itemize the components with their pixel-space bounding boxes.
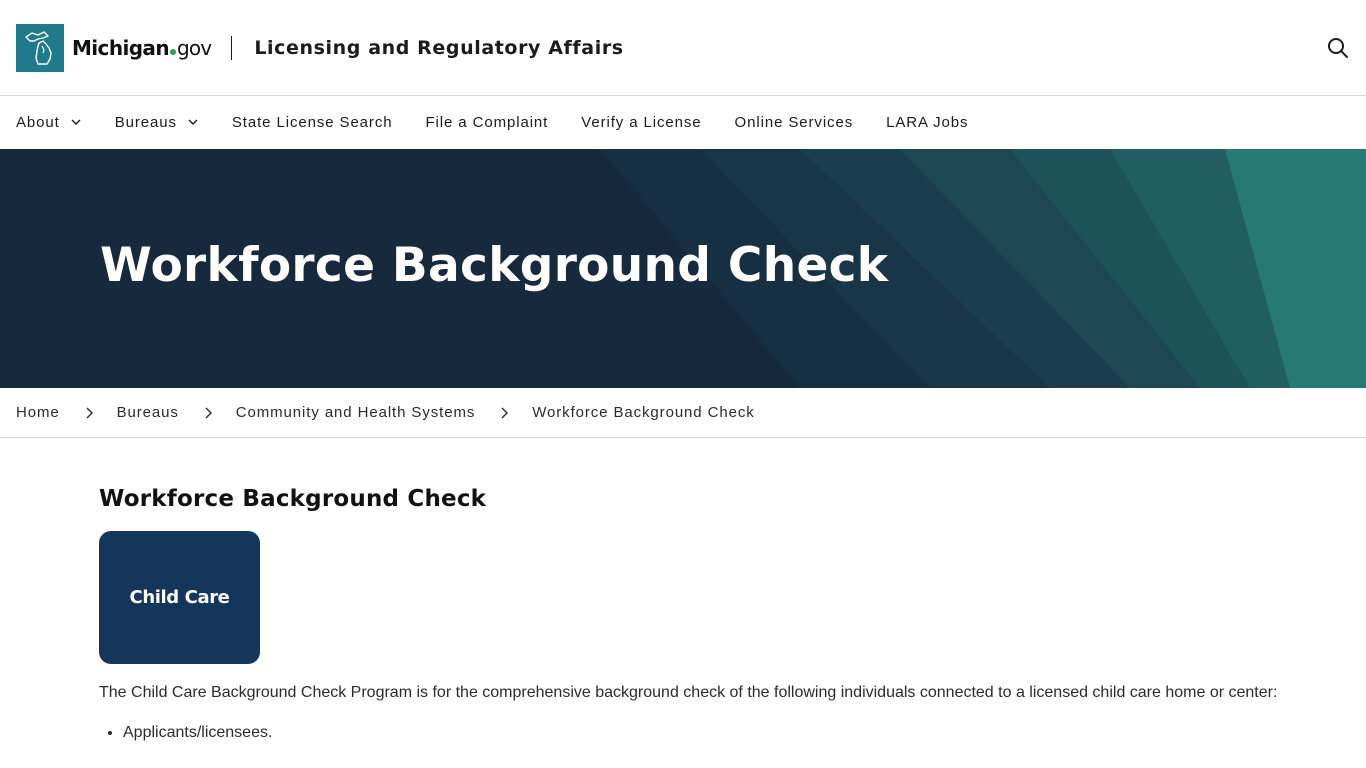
hero-banner: Workforce Background Check: [0, 149, 1366, 388]
michigan-logo[interactable]: [16, 23, 64, 72]
nav-item-label: LARA Jobs: [886, 113, 969, 131]
nav-item-label: Bureaus: [114, 113, 177, 131]
main-content: Workforce Background Check Child Care Th…: [99, 486, 1279, 745]
nav-item-about[interactable]: About: [16, 114, 82, 131]
chevron-down-icon: [188, 119, 198, 125]
nav-item-label: File a Complaint: [425, 113, 549, 131]
main-navigation: About Bureaus State License Search File …: [0, 96, 1366, 148]
chevron-right-icon: [86, 407, 93, 418]
nav-item-label: Online Services: [734, 113, 854, 131]
breadcrumb-community-health-systems[interactable]: Community and Health Systems: [236, 404, 475, 421]
nav-item-state-license-search[interactable]: State License Search: [232, 114, 393, 131]
nav-item-bureaus[interactable]: Bureaus: [115, 114, 199, 131]
breadcrumb-home[interactable]: Home: [16, 404, 60, 421]
nav-item-verify-a-license[interactable]: Verify a License: [581, 114, 701, 131]
breadcrumb-bureaus[interactable]: Bureaus: [117, 404, 179, 421]
breadcrumb-current: Workforce Background Check: [532, 404, 755, 421]
page-heading: Workforce Background Check: [99, 486, 487, 512]
child-care-tile[interactable]: Child Care: [99, 531, 260, 664]
breadcrumb: Home Bureaus Community and Health System…: [0, 388, 1366, 438]
list-item: Applicants/licensees.: [123, 721, 1279, 745]
hero-title: Workforce Background Check: [100, 238, 889, 293]
nav-item-lara-jobs[interactable]: LARA Jobs: [886, 114, 968, 131]
brand-dot: [169, 48, 176, 55]
brand-divider: [231, 35, 233, 60]
intro-paragraph: The Child Care Background Check Program …: [99, 684, 1278, 701]
nav-item-label: State License Search: [231, 113, 393, 131]
site-header: Michigan gov Licensing and Regulatory Af…: [0, 0, 1366, 96]
nav-item-online-services[interactable]: Online Services: [735, 114, 854, 131]
brand-wordmark[interactable]: Michigan gov: [72, 35, 212, 60]
chevron-down-icon: [71, 119, 81, 125]
search-icon: [1328, 38, 1348, 58]
nav-item-file-a-complaint[interactable]: File a Complaint: [425, 114, 548, 131]
individuals-list: Applicants/licensees.: [99, 721, 1279, 745]
brand-name: Michigan: [72, 35, 170, 60]
brand-gov: gov: [176, 35, 212, 60]
search-button[interactable]: [1326, 36, 1350, 60]
chevron-right-icon: [501, 407, 509, 418]
tile-label: Child Care: [129, 587, 230, 608]
nav-item-label: Verify a License: [581, 113, 702, 131]
michigan-state-outline-icon: [25, 30, 52, 65]
nav-item-label: About: [16, 113, 60, 131]
chevron-right-icon: [205, 407, 212, 418]
agency-title[interactable]: Licensing and Regulatory Affairs: [254, 37, 623, 59]
